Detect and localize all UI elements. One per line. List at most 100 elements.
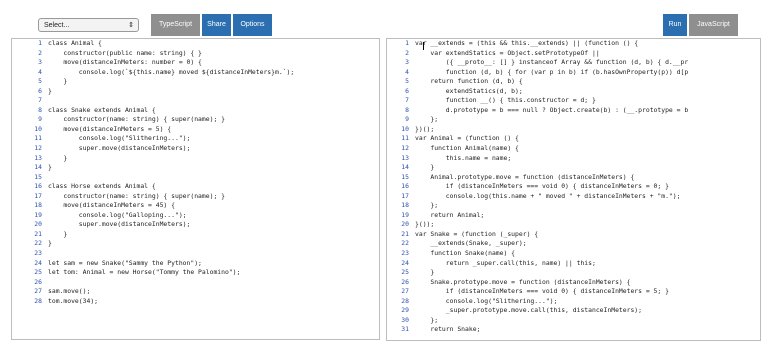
code-line: 7: [12, 96, 379, 106]
code-line: 4 console.log(`${this.name} moved ${dist…: [12, 68, 379, 78]
code-line: 15: [12, 173, 379, 183]
code-line: 17 console.log(this.name + " moved " + d…: [387, 192, 760, 202]
line-number: 2: [38, 48, 42, 57]
javascript-tab[interactable]: JavaScript: [689, 14, 738, 36]
code-text: };: [415, 315, 439, 324]
code-line: 25 }: [387, 268, 760, 278]
code-line: 21 }: [12, 230, 379, 240]
line-number: 18: [34, 201, 42, 210]
code-text: d.prototype = b === null ? Object.create…: [415, 105, 689, 114]
code-text: if (distanceInMeters === void 0) { dista…: [415, 287, 669, 296]
line-number: 28: [34, 296, 42, 305]
line-number: 12: [34, 144, 42, 153]
typescript-code: 1 class Animal {2 constructor(public name…: [12, 39, 379, 306]
code-line: 19 return Animal;: [387, 211, 760, 221]
line-number: 9: [405, 115, 409, 124]
code-text: }: [415, 268, 435, 277]
code-line: 23: [12, 249, 379, 259]
code-line: 2 constructor(public name: string) { }: [12, 49, 379, 59]
share-button[interactable]: Share: [202, 14, 231, 36]
code-text: return Snake;: [415, 325, 481, 334]
code-line: 3 ({ __proto__: [] } instanceof Array &&…: [387, 58, 760, 68]
code-line: 17 constructor(name: string) { super(nam…: [12, 192, 379, 202]
code-text: move(distanceInMeters: number = 0) {: [48, 58, 202, 67]
code-text: var extendStatics = Object.setPrototypeO…: [415, 48, 600, 57]
line-number: 22: [34, 239, 42, 248]
line-number: 13: [34, 153, 42, 162]
code-line: 6 extendStatics(d, b);: [387, 87, 760, 97]
line-number: 16: [401, 182, 409, 191]
line-number: 15: [34, 172, 42, 181]
line-number: 27: [401, 287, 409, 296]
code-line: 8 d.prototype = b === null ? Object.crea…: [387, 106, 760, 116]
line-number: 27: [34, 287, 42, 296]
line-number: 7: [405, 96, 409, 105]
line-number: 4: [405, 67, 409, 76]
code-line: 11 var Animal = (function () {: [387, 134, 760, 144]
line-number: 15: [401, 172, 409, 181]
line-number: 29: [401, 306, 409, 315]
code-line: 28 console.log("Slithering...");: [387, 297, 760, 307]
line-number: 22: [401, 239, 409, 248]
code-line: 26: [12, 278, 379, 288]
line-number: 9: [38, 115, 42, 124]
line-number: 20: [34, 220, 42, 229]
code-text: console.log(this.name + " moved " + dist…: [415, 191, 681, 200]
line-number: 4: [38, 67, 42, 76]
code-text: extendStatics(d, b);: [415, 86, 523, 95]
line-number: 14: [34, 163, 42, 172]
javascript-output[interactable]: 1 var __extends = (this && this.__extends…: [386, 38, 761, 341]
code-text: class Snake extends Animal {: [48, 105, 156, 114]
line-number: 3: [405, 58, 409, 67]
code-text: class Horse extends Animal {: [48, 182, 156, 191]
code-text: var Snake = (function (_super) {: [415, 229, 539, 238]
code-line: 29 _super.prototype.move.call(this, dist…: [387, 306, 760, 316]
code-text: return Animal;: [415, 210, 485, 219]
line-number: 12: [401, 144, 409, 153]
code-line: 22 __extends(Snake, _super);: [387, 239, 760, 249]
code-line: 6}: [12, 87, 379, 97]
code-text: Animal.prototype.move = function (distan…: [415, 172, 635, 181]
line-number: 1: [405, 39, 409, 47]
line-number: 18: [401, 201, 409, 210]
code-text: }: [48, 163, 52, 172]
run-button[interactable]: Run: [663, 14, 687, 36]
code-text: let sam = new Snake("Sammy the Python");: [48, 258, 202, 267]
code-line: 14 }: [387, 163, 760, 173]
code-line: 4 function (d, b) { for (var p in b) if …: [387, 68, 760, 78]
code-text: };: [415, 115, 439, 124]
typescript-tab[interactable]: TypeScript: [151, 14, 200, 36]
line-number: 10: [401, 124, 409, 133]
code-text: }: [48, 86, 52, 95]
line-number: 26: [34, 277, 42, 286]
line-number: 7: [38, 96, 42, 105]
code-text: constructor(public name: string) { }: [48, 48, 202, 57]
line-number: 30: [401, 315, 409, 324]
code-line: 1 var __extends = (this && this.__extends…: [387, 39, 760, 49]
code-line: 27 if (distanceInMeters === void 0) { di…: [387, 287, 760, 297]
example-select[interactable]: Select... ⇕: [38, 18, 139, 32]
code-text: tom.move(34);: [48, 296, 99, 305]
code-line: 3 move(distanceInMeters: number = 0) {: [12, 58, 379, 68]
code-text: function Snake(name) {: [415, 249, 516, 258]
code-line: 18 move(distanceInMeters = 45) {: [12, 201, 379, 211]
code-line: 21 var Snake = (function (_super) {: [387, 230, 760, 240]
code-line: 19 console.log("Galloping...");: [12, 211, 379, 221]
line-number: 16: [34, 182, 42, 191]
line-number: 26: [401, 277, 409, 286]
code-text: function (d, b) { for (var p in b) if (b…: [415, 67, 689, 76]
line-number: 11: [34, 134, 42, 143]
code-text: };: [415, 201, 439, 210]
line-number: 8: [405, 105, 409, 114]
code-line: 24 return _super.call(this, name) || thi…: [387, 259, 760, 269]
typescript-editor[interactable]: 1 class Animal {2 constructor(public name…: [11, 38, 380, 340]
code-line: 14}: [12, 163, 379, 173]
code-line: 2 var extendStatics = Object.setPrototyp…: [387, 49, 760, 59]
code-text: }: [48, 239, 52, 248]
line-number: 2: [405, 48, 409, 57]
code-line: 25 let tom: Animal = new Horse("Tommy the…: [12, 268, 379, 278]
code-text: Snake.prototype.move = function (distanc…: [415, 277, 631, 286]
options-button[interactable]: Options: [233, 14, 272, 36]
code-line: 9 };: [387, 115, 760, 125]
code-text: move(distanceInMeters = 5) {: [48, 124, 172, 133]
